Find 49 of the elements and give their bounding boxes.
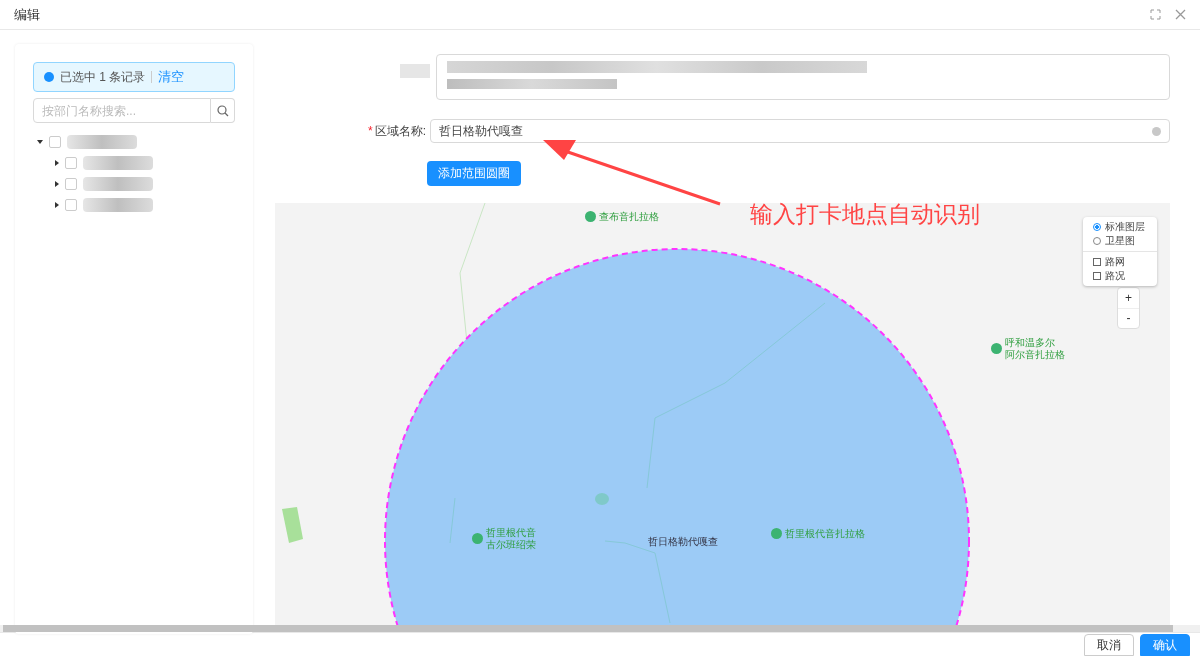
place-label: 查布音扎拉格 — [599, 210, 659, 223]
place-label: 哲里根代音 古尔班绍荣 — [486, 526, 536, 551]
tree-checkbox[interactable] — [65, 198, 77, 211]
layer-option[interactable]: 标准图层 — [1083, 219, 1157, 234]
clear-icon[interactable] — [1152, 126, 1161, 136]
blurred-label — [83, 197, 153, 212]
place-icon — [472, 533, 483, 544]
cancel-button[interactable]: 取消 — [1084, 634, 1134, 656]
pond-shape — [595, 492, 609, 505]
place-label: 哲里根代音扎拉格 — [785, 527, 865, 540]
place-icon — [991, 343, 1002, 354]
place-label: 呼和温多尔 阿尔音扎拉格 — [1005, 336, 1065, 361]
caret-icon[interactable] — [37, 139, 43, 144]
blurred-label — [400, 64, 430, 78]
place-label: 哲日格勒代嘎查 — [648, 535, 718, 548]
radio-button[interactable] — [1093, 222, 1101, 231]
fullscreen-icon[interactable] — [1150, 9, 1161, 20]
tree-checkbox[interactable] — [65, 177, 77, 190]
blurred-label — [67, 134, 137, 149]
place-icon — [585, 211, 596, 222]
caret-icon[interactable] — [55, 159, 59, 166]
lake-shape — [282, 506, 303, 543]
caret-icon[interactable] — [55, 180, 59, 187]
blurred-label — [83, 155, 153, 170]
search-icon — [216, 104, 229, 117]
radio-button[interactable] — [1093, 236, 1101, 245]
tree-checkbox[interactable] — [65, 156, 77, 169]
overlay-option[interactable]: 路网 — [1083, 254, 1157, 269]
caret-icon[interactable] — [55, 201, 59, 208]
close-icon[interactable] — [1175, 9, 1186, 20]
info-icon — [44, 72, 54, 82]
field-label: * 区域名称: — [367, 123, 427, 140]
selection-count: 已选中 1 条记录 — [60, 69, 146, 86]
place-icon — [771, 528, 782, 539]
checkbox[interactable] — [1093, 257, 1101, 266]
search-button[interactable] — [211, 98, 235, 123]
scrollbar[interactable] — [3, 625, 1173, 632]
zoom-out-button[interactable]: - — [1118, 307, 1139, 328]
area-name-field[interactable]: 哲日格勒代嘎查 — [430, 119, 1170, 143]
overlay-option[interactable]: 路况 — [1083, 268, 1157, 283]
required-mark: * — [368, 124, 373, 138]
zoom-in-button[interactable]: + — [1118, 287, 1139, 308]
search-field[interactable]: 按部门名称搜索... — [33, 98, 211, 123]
checkbox[interactable] — [1093, 271, 1101, 280]
dialog-title: 编辑 — [14, 5, 40, 24]
layer-option[interactable]: 卫星图 — [1083, 233, 1157, 248]
blurred-label — [83, 176, 153, 191]
tree-checkbox[interactable] — [49, 135, 61, 148]
annotation-text: 输入打卡地点自动识别 — [750, 200, 980, 229]
